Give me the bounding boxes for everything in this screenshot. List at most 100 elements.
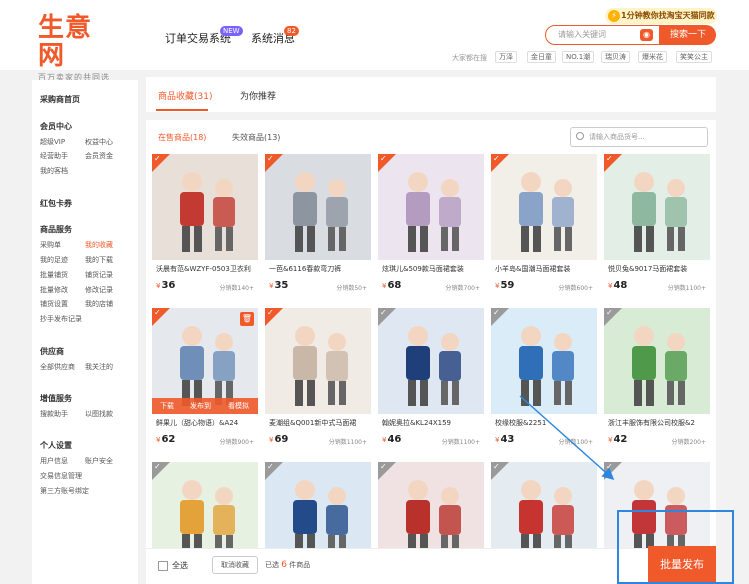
sidebar-item[interactable]: 我的客档 — [40, 166, 68, 176]
hot-tag[interactable]: 爆米花 — [638, 51, 667, 63]
preview-action[interactable]: 看模拟 — [228, 398, 249, 414]
sidebar-item[interactable]: 铺货设置 — [40, 299, 68, 309]
price-value: 36 — [161, 280, 176, 291]
sidebar-item[interactable]: 账户安全 — [85, 456, 113, 466]
product-card[interactable]: ✓ 麦潮组&Q001新中式马面裙 ¥69 分销数1100+ — [265, 308, 371, 453]
select-all-label[interactable]: 全选 — [172, 560, 188, 571]
camera-icon[interactable]: ◉ — [640, 29, 653, 41]
currency-symbol: ¥ — [608, 436, 613, 444]
sidebar-item[interactable]: 我关注的 — [85, 362, 113, 372]
sidebar-item[interactable]: 会员资金 — [85, 151, 113, 161]
active-tab-underline — [156, 109, 208, 111]
price-value: 62 — [161, 434, 176, 445]
sidebar-item[interactable]: 抄手发布记录 — [40, 314, 82, 324]
currency-symbol: ¥ — [156, 282, 161, 290]
publish-action[interactable]: 发布到 — [190, 398, 211, 414]
currency-symbol: ¥ — [382, 282, 387, 290]
distribution-count: 分销数1100+ — [441, 439, 480, 446]
check-icon: ✓ — [606, 462, 613, 471]
sidebar-item[interactable]: 第三方账号绑定 — [40, 486, 89, 496]
product-card[interactable]: ✓ 炫琪儿&509款马面裙套装 ¥68 分销数700+ — [378, 154, 484, 299]
product-card[interactable]: ✓ 一芭&6116春款弯刀裤 ¥35 分销数50+ — [265, 154, 371, 299]
sidebar-item[interactable]: 以图找款 — [85, 409, 113, 419]
sidebar-item[interactable]: 修改记录 — [85, 285, 113, 295]
card-hover-actions: 下载 发布到 看模拟 — [152, 398, 258, 414]
currency-symbol: ¥ — [269, 282, 274, 290]
goods-search-placeholder: 请输入商品货号... — [589, 133, 645, 141]
product-card[interactable]: ✓ 校缘校服&2251 ¥43 分销数100+ — [491, 308, 597, 453]
distribution-count: 分销数140+ — [219, 285, 254, 292]
price-value: 48 — [613, 280, 628, 291]
sidebar-home[interactable]: 采购商首页 — [40, 94, 80, 105]
subtab-on-sale[interactable]: 在售商品(18) — [158, 132, 206, 143]
sidebar-item[interactable]: 超级VIP — [40, 137, 65, 147]
product-title[interactable]: 小羊岛&国潮马面裙套装 — [495, 264, 595, 274]
search-button[interactable]: 搜索一下 — [660, 25, 716, 45]
sidebar-item[interactable]: 批量修改 — [40, 285, 68, 295]
promo-banner[interactable]: ⚡ 1分钟教你找淘宝天猫同款 — [605, 8, 717, 24]
distribution-count: 分销数50+ — [336, 285, 367, 292]
sidebar-item[interactable]: 搜款助手 — [40, 409, 68, 419]
selected-count: 6 — [281, 560, 287, 570]
sidebar-item[interactable]: 我的店铺 — [85, 299, 113, 309]
product-title[interactable]: 一芭&6116春款弯刀裤 — [269, 264, 369, 274]
site-logo[interactable]: 生意网 百万卖家的共同选择 — [38, 14, 118, 93]
product-card[interactable]: ✓ 悦贝兔&9017马面裙套装 ¥48 分销数1100+ — [604, 154, 710, 299]
product-card[interactable]: ✓ 小羊岛&国潮马面裙套装 ¥59 分销数600+ — [491, 154, 597, 299]
sidebar-item[interactable]: 用户信息 — [40, 456, 68, 466]
sidebar-item[interactable]: 权益中心 — [85, 137, 113, 147]
hot-tag[interactable]: 金日童 — [527, 51, 556, 63]
sidebar-goods-title[interactable]: 商品服务 — [40, 224, 72, 235]
trash-icon[interactable]: 🗑 — [240, 312, 254, 326]
selected-suffix: 件商品 — [289, 561, 311, 569]
product-title[interactable]: 鲜果儿（甜心物语）&A24 — [156, 418, 256, 428]
sidebar-item-my-collection[interactable]: 我的收藏 — [85, 240, 113, 250]
product-title[interactable]: 悦贝兔&9017马面裙套装 — [608, 264, 708, 274]
product-title[interactable]: 炫琪儿&509款马面裙套装 — [382, 264, 482, 274]
sidebar-item[interactable]: 铺货记录 — [85, 270, 113, 280]
cancel-collection-button[interactable]: 取消收藏 — [212, 556, 258, 574]
currency-symbol: ¥ — [156, 436, 161, 444]
tab-recommend[interactable]: 为你推荐 — [240, 89, 276, 102]
product-title[interactable]: 翰妮奥拉&KL24X159 — [382, 418, 482, 428]
sidebar-item[interactable]: 我的下载 — [85, 255, 113, 265]
subtab-invalid[interactable]: 失效商品(13) — [232, 132, 280, 143]
check-icon: ✓ — [267, 462, 274, 471]
product-price: ¥68 — [382, 280, 401, 291]
sidebar-personal-title[interactable]: 个人设置 — [40, 440, 72, 451]
sidebar-item[interactable]: 交易信息管理 — [40, 471, 82, 481]
product-price: ¥46 — [382, 434, 401, 445]
hot-tag[interactable]: 瑞贝涛 — [601, 51, 630, 63]
product-title[interactable]: 校缘校服&2251 — [495, 418, 595, 428]
goods-search-input[interactable]: 请输入商品货号... — [570, 127, 708, 147]
sidebar-coupon[interactable]: 红包卡券 — [40, 198, 72, 209]
price-value: 69 — [274, 434, 289, 445]
check-icon: ✓ — [380, 154, 387, 163]
product-title[interactable]: 浙江丰服饰有限公司校服&2 — [608, 418, 708, 428]
product-card[interactable]: ✓ 🗑 下载 发布到 看模拟 鲜果儿（甜心物语）&A24 ¥62 分销数900+ — [152, 308, 258, 453]
product-title[interactable]: 沃晨有范&WZYF-0503卫衣利 — [156, 264, 256, 274]
select-all-checkbox[interactable] — [158, 561, 168, 571]
tab-collected[interactable]: 商品收藏(31) — [158, 89, 212, 102]
product-title[interactable]: 麦潮组&Q001新中式马面裙 — [269, 418, 369, 428]
hot-tag[interactable]: 万泽 — [495, 51, 517, 63]
hot-tag[interactable]: NO.1潮 — [562, 51, 595, 63]
sidebar-item[interactable]: 全部供应商 — [40, 362, 75, 372]
product-card[interactable]: ✓ 浙江丰服饰有限公司校服&2 ¥42 分销数200+ — [604, 308, 710, 453]
product-card[interactable]: ✓ 沃晨有范&WZYF-0503卫衣利 ¥36 分销数140+ — [152, 154, 258, 299]
sidebar-item[interactable]: 经营助手 — [40, 151, 68, 161]
sidebar-supplier-title[interactable]: 供应商 — [40, 346, 64, 357]
currency-symbol: ¥ — [495, 436, 500, 444]
collection-tabs: 商品收藏(31) 为你推荐 — [146, 77, 716, 112]
sidebar-item[interactable]: 采购单 — [40, 240, 61, 250]
sidebar-item[interactable]: 我的足迹 — [40, 255, 68, 265]
hot-tag[interactable]: 笑笑公主 — [676, 51, 712, 63]
app-root: 生意网 百万卖家的共同选择 订单交易系统 NEW 系统消息 82 ⚡ 1分钟教你… — [0, 0, 749, 584]
sidebar-item[interactable]: 批量铺货 — [40, 270, 68, 280]
check-icon: ✓ — [606, 308, 613, 317]
sidebar-value-title[interactable]: 增值服务 — [40, 393, 72, 404]
currency-symbol: ¥ — [495, 282, 500, 290]
sidebar-member-title[interactable]: 会员中心 — [40, 121, 72, 132]
product-card[interactable]: ✓ 翰妮奥拉&KL24X159 ¥46 分销数1100+ — [378, 308, 484, 453]
download-action[interactable]: 下载 — [160, 398, 174, 414]
